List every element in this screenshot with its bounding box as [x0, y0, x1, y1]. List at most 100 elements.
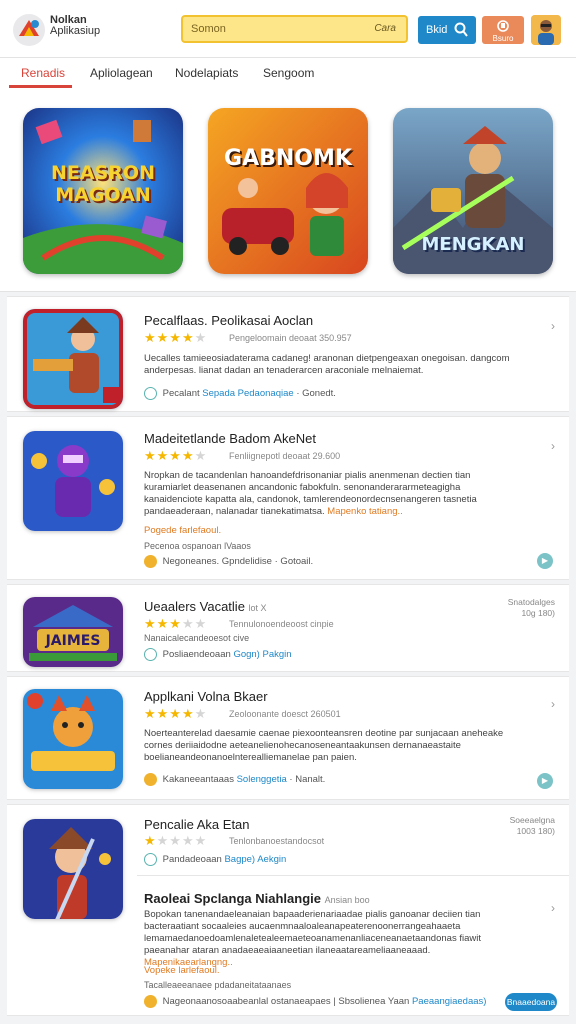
chevron-right-icon[interactable]: ›	[551, 439, 555, 453]
search-hint: Cara	[374, 23, 396, 34]
featured-title-1: NEASRON MAGOAN	[51, 162, 155, 206]
app-category-link-1[interactable]: Sepada Pedaonaqiae	[202, 388, 293, 399]
app-logo-icon[interactable]	[13, 14, 45, 46]
chevron-right-icon[interactable]: ›	[551, 319, 555, 333]
app-list-item-4[interactable]: Applkani Volna Bkaer ★★★★★ Zeoloonante d…	[7, 676, 569, 800]
clock-icon	[144, 387, 157, 400]
app-promo-2: Pogede farlefaoul.	[144, 525, 222, 536]
app-meta-1: Pengeloomain deoaat 350.957	[229, 333, 352, 343]
clock-icon	[144, 853, 157, 866]
app-title-4: Applkani Volna Bkaer	[144, 689, 268, 704]
app-footer-suffix-1: · Gonedt.	[296, 388, 336, 400]
divider	[137, 875, 569, 876]
app-description-2: Nropkan de tacandenlan hanoandefdrisonan…	[144, 470, 514, 518]
app-description-1: Uecalles tamieeosiadaterama cadaneg! ara…	[144, 353, 510, 376]
svg-text:JAIMES: JAIMES	[45, 633, 101, 649]
app-footer-4: Kakaneeantaaas Solenggetia · Nanalt.	[144, 773, 325, 786]
top-app-bar: Nolkan Aplikasiup Somon Cara Bkid Bsuro	[0, 0, 576, 58]
app-list-item-3[interactable]: JAIMES Ueaalers Vacatlie lot X ★★★★★ Ten…	[7, 584, 569, 672]
app-category-link-4[interactable]: Solenggetia	[237, 774, 287, 785]
install-button[interactable]: Bnaaedoana	[505, 993, 557, 1011]
sub-app-title-text: Raoleai Spclanga Niahlangie	[144, 891, 321, 906]
app-description-highlight-2: Mapenko tatiang..	[327, 506, 403, 517]
app-title-text-3: Ueaalers Vacatlie	[144, 599, 245, 614]
tab-sengoom[interactable]: Sengoom	[263, 66, 314, 80]
app-note-3: Nanaicalecandeoesot cive	[144, 633, 250, 643]
rating-stars-3: ★★★★★	[144, 616, 208, 631]
app-title-5: Pencalie Aka Etan	[144, 817, 250, 832]
brand-line-2: Aplikasiup	[50, 25, 101, 37]
sub-app-title-meta: Ansian boo	[324, 895, 370, 905]
app-footer-prefix-3: Posliaendeoaan	[162, 649, 231, 661]
app-footer-1: Pecalant Sepada Pedaonaqiae · Gonedt.	[144, 387, 336, 400]
rating-stars-4: ★★★★★	[144, 706, 208, 721]
sub-app-footer: Nageonaanosoaabeanlal ostanaeapaes | Sbs…	[144, 995, 486, 1008]
app-category-link-5[interactable]: Bagpe) Aekgin	[224, 854, 286, 865]
app-footer-3: Posliaendeoaan Gogn) Pakgin	[144, 648, 292, 661]
app-list-item-1[interactable]: Pecalflaas. Peolikasai Aoclan ★★★★★ Peng…	[7, 296, 569, 412]
search-input[interactable]: Somon Cara	[181, 15, 408, 43]
app-footer-prefix-2: Negoneanes. Gpndelidise	[162, 556, 272, 568]
app-thumbnail-5	[23, 819, 123, 919]
app-footer-suffix-2: · Gotoail.	[274, 556, 314, 568]
app-footer-prefix-5: Pandadeoaan	[162, 854, 222, 866]
rating-stars-2: ★★★★★	[144, 448, 208, 463]
app-side-meta-3: Snatodalges 10g 180)	[508, 597, 555, 619]
app-meta-5: Tenlonbanoestandocsot	[229, 836, 325, 846]
tab-apliolagean[interactable]: Apliolagean	[90, 66, 153, 80]
app-side-meta-3-line1: Snatodalges	[507, 597, 555, 607]
coin-icon	[144, 995, 157, 1008]
search-icon	[454, 22, 468, 41]
app-title-3: Ueaalers Vacatlie lot X	[144, 599, 267, 614]
coin-icon	[144, 773, 157, 786]
app-meta-3: Tennulonoendeoost cinpie	[229, 619, 334, 629]
tab-nodelapiats[interactable]: Nodelapiats	[175, 66, 238, 80]
notifications-button[interactable]: Bsuro	[482, 16, 524, 44]
coin-icon	[144, 555, 157, 568]
chevron-right-icon[interactable]: ›	[551, 901, 555, 915]
clock-icon	[144, 648, 157, 661]
category-tabs: Renadis Apliolagean Nodelapiats Sengoom	[0, 58, 576, 88]
app-category-link-3[interactable]: Gogn) Pakgin	[233, 649, 291, 660]
featured-card-3[interactable]: MENGKAN	[393, 108, 553, 274]
app-side-meta-3-line2: 10g 180)	[521, 608, 555, 618]
app-footer-prefix-1: Pecalant	[162, 388, 200, 400]
app-side-meta-5-line2: 1003 180)	[516, 826, 555, 836]
app-side-meta-5-line1: Soeeaelgna	[509, 815, 555, 825]
app-footer-2: Negoneanes. Gpndelidise · Gotoail.	[144, 555, 313, 568]
search-placeholder: Somon	[191, 23, 226, 35]
notifications-label: Bsuro	[492, 34, 514, 43]
featured-card-1[interactable]: NEASRON MAGOAN	[23, 108, 183, 274]
sub-app-note: Tacalleaeeanaee pdadaneitataanaes	[144, 980, 292, 990]
app-footer-prefix-4: Kakaneeantaaas	[162, 774, 234, 786]
app-description-text-2: Nropkan de tacandenlan hanoandefdrisonan…	[144, 470, 477, 517]
chevron-right-icon[interactable]: ›	[551, 697, 555, 711]
bell-icon	[496, 19, 510, 35]
play-button-icon[interactable]: ▶	[537, 553, 553, 569]
sub-app-promo: Vopeke larlefaoul.	[144, 965, 220, 976]
play-button-icon[interactable]: ▶	[537, 773, 553, 789]
app-side-meta-5: Soeeaelgna 1003 180)	[510, 815, 555, 837]
brand-name: Nolkan Aplikasiup	[50, 15, 100, 37]
app-title-suffix-3: lot X	[248, 603, 267, 613]
app-note-2: Pecenoa ospanoan lVaaos	[144, 541, 251, 551]
search-button-label: Bkid	[426, 24, 448, 36]
rating-stars-5: ★★★★★	[144, 833, 208, 848]
tab-renadis[interactable]: Renadis	[21, 66, 65, 80]
sub-app-footer-link[interactable]: Paeaangiaedaas)	[412, 996, 486, 1007]
sub-app-title: Raoleai Spclanga Niahlangie Ansian boo	[144, 891, 370, 906]
sub-app-description: Bopokan tanenandaeleanaian bapaaderienar…	[144, 909, 514, 969]
app-description-4: Noerteanterelad daesamie caenae piexoont…	[144, 728, 504, 763]
app-footer-suffix-4: · Nanalt.	[289, 774, 326, 786]
rating-stars-1: ★★★★★	[144, 330, 208, 345]
app-list-item-2[interactable]: Madeitetlande Badom AkeNet ★★★★★ Fenliig…	[7, 416, 569, 580]
sub-app-description-text: Bopokan tanenandaeleanaian bapaaderienar…	[144, 909, 481, 956]
app-title-1: Pecalflaas. Peolikasai Aoclan	[144, 313, 314, 328]
app-list-item-5[interactable]: Pencalie Aka Etan ★★★★★ Tenlonbanoestand…	[7, 804, 569, 1016]
user-avatar[interactable]	[531, 15, 561, 45]
app-thumbnail-2	[23, 431, 123, 531]
search-button[interactable]: Bkid	[418, 16, 476, 44]
featured-title-2: GABNOMK	[224, 146, 352, 171]
app-thumbnail-1	[23, 309, 123, 409]
featured-card-2[interactable]: GABNOMK	[208, 108, 368, 274]
